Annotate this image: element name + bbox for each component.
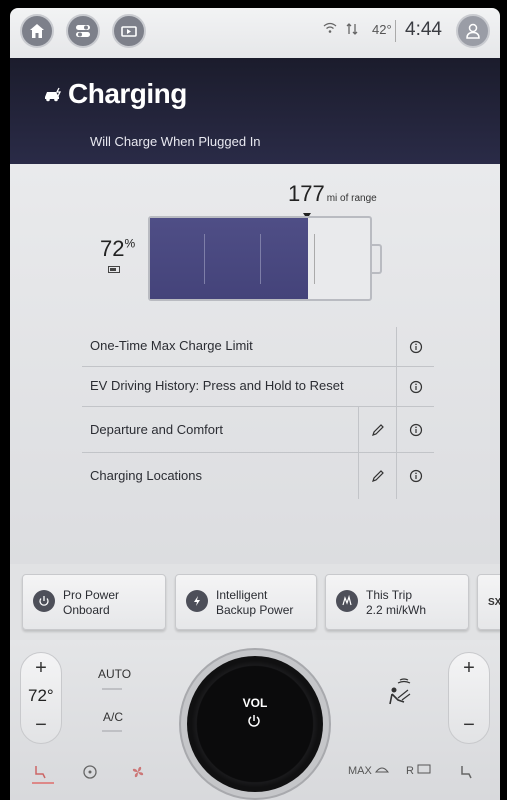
left-temp-value: 72° (28, 686, 54, 705)
heated-seat-left-button[interactable] (32, 764, 54, 784)
setting-label: Charging Locations (90, 468, 203, 483)
shortcut-cards: Pro Power Onboard Intelligent Backup Pow… (10, 564, 500, 640)
data-transfer-icon (345, 22, 359, 39)
setting-row-locations[interactable]: Charging Locations (82, 453, 434, 499)
setting-label: One-Time Max Charge Limit (90, 338, 253, 353)
status-bar: 42° 4:44 (10, 8, 500, 58)
volume-label: VOL (242, 696, 268, 710)
info-button[interactable] (396, 453, 434, 499)
battery-mini-icon (108, 266, 120, 273)
media-source-icon (121, 26, 137, 37)
setting-row-ev-history[interactable]: EV Driving History: Press and Hold to Re… (82, 367, 434, 407)
steering-wheel-icon (83, 765, 97, 779)
page-header: Charging Will Charge When Plugged In (10, 58, 500, 164)
seat-airflow-icon[interactable] (382, 676, 416, 710)
wifi-icon (323, 22, 337, 37)
power-icon (248, 715, 260, 727)
volume-knob[interactable]: VOL (187, 656, 323, 792)
battery-tick (314, 234, 315, 284)
media-button[interactable] (112, 14, 146, 48)
seat-icon (461, 766, 472, 779)
apps-toggle-icon (76, 25, 90, 37)
range-readout: 177 mi of range (288, 181, 377, 207)
edit-button[interactable] (358, 407, 396, 452)
trip-efficiency-icon (336, 590, 358, 612)
battery-tick (260, 234, 261, 284)
battery-percent: 72% (100, 236, 135, 262)
profile-button[interactable] (456, 14, 490, 48)
info-button[interactable] (396, 327, 434, 366)
info-icon (409, 423, 422, 436)
climate-bar: + − 72° AUTO A/C VOL + − MAX R (10, 640, 500, 800)
charging-car-icon (45, 87, 62, 102)
sirius-icon: SX (488, 597, 500, 608)
clock: 4:44 (405, 19, 442, 40)
pencil-icon (371, 423, 384, 436)
battery-fill (150, 218, 309, 299)
heated-seat-icon (35, 766, 46, 779)
auto-button[interactable]: AUTO (98, 667, 131, 681)
card-partial[interactable]: SX (477, 574, 500, 630)
range-value: 177 (288, 181, 325, 206)
info-button[interactable] (396, 367, 434, 406)
rear-defrost-button[interactable]: R (406, 764, 431, 777)
pro-power-icon (33, 590, 55, 612)
range-unit: mi of range (326, 193, 377, 204)
apps-button[interactable] (66, 14, 100, 48)
ac-button[interactable]: A/C (103, 710, 123, 724)
profile-icon (466, 23, 480, 39)
rear-defrost-label: R (406, 765, 414, 777)
setting-label: EV Driving History: Press and Hold to Re… (90, 378, 344, 393)
page-title: Charging (68, 78, 187, 109)
setting-row-max-charge[interactable]: One-Time Max Charge Limit (82, 327, 434, 367)
heated-wheel-button[interactable] (82, 764, 98, 783)
card-subtitle: 2.2 mi/kWh (366, 603, 427, 617)
card-this-trip[interactable]: This Trip 2.2 mi/kWh (325, 574, 469, 630)
heat-level-indicator (32, 782, 54, 784)
card-pro-power[interactable]: Pro Power Onboard (22, 574, 166, 630)
temp-down-button[interactable]: − (21, 714, 61, 737)
backup-power-icon (186, 590, 208, 612)
fan-button[interactable] (130, 764, 146, 783)
right-temp-up-button[interactable]: + (449, 657, 489, 680)
defrost-icon (374, 767, 389, 773)
right-temp-down-button[interactable]: − (449, 714, 489, 737)
outside-temperature: 42° (372, 22, 392, 37)
charging-panel: 177 mi of range 72% One-Time Max Charge L… (10, 164, 500, 564)
edit-button[interactable] (358, 453, 396, 499)
info-icon (409, 340, 422, 353)
auto-indicator (102, 688, 122, 690)
ac-indicator (102, 730, 122, 732)
setting-label: Departure and Comfort (90, 422, 223, 437)
battery-percent-value: 72 (100, 236, 125, 261)
max-defrost-button[interactable]: MAX (348, 764, 389, 777)
card-title: This Trip (366, 588, 413, 602)
card-title: Pro Power (63, 588, 120, 602)
divider (395, 20, 396, 42)
battery-tick (204, 234, 205, 284)
card-title: Intelligent (216, 588, 268, 602)
card-subtitle: Backup Power (216, 603, 294, 617)
right-temp-control[interactable]: + − (448, 652, 490, 744)
heated-seat-right-button[interactable] (458, 764, 474, 783)
info-icon (409, 380, 422, 393)
battery-cap (372, 244, 382, 274)
battery-gauge (148, 216, 382, 301)
fan-icon (132, 766, 144, 778)
card-backup-power[interactable]: Intelligent Backup Power (175, 574, 317, 630)
info-button[interactable] (396, 407, 434, 452)
max-defrost-label: MAX (348, 765, 372, 777)
card-subtitle: Onboard (63, 603, 110, 617)
temp-up-button[interactable]: + (21, 657, 61, 680)
info-icon (409, 469, 422, 483)
charge-status-text: Will Charge When Plugged In (90, 134, 261, 149)
home-icon (30, 24, 44, 38)
pencil-icon (371, 470, 384, 482)
battery-percent-unit: % (124, 236, 136, 251)
rear-defrost-icon (417, 764, 431, 774)
home-button[interactable] (20, 14, 54, 48)
setting-row-departure[interactable]: Departure and Comfort (82, 407, 434, 453)
